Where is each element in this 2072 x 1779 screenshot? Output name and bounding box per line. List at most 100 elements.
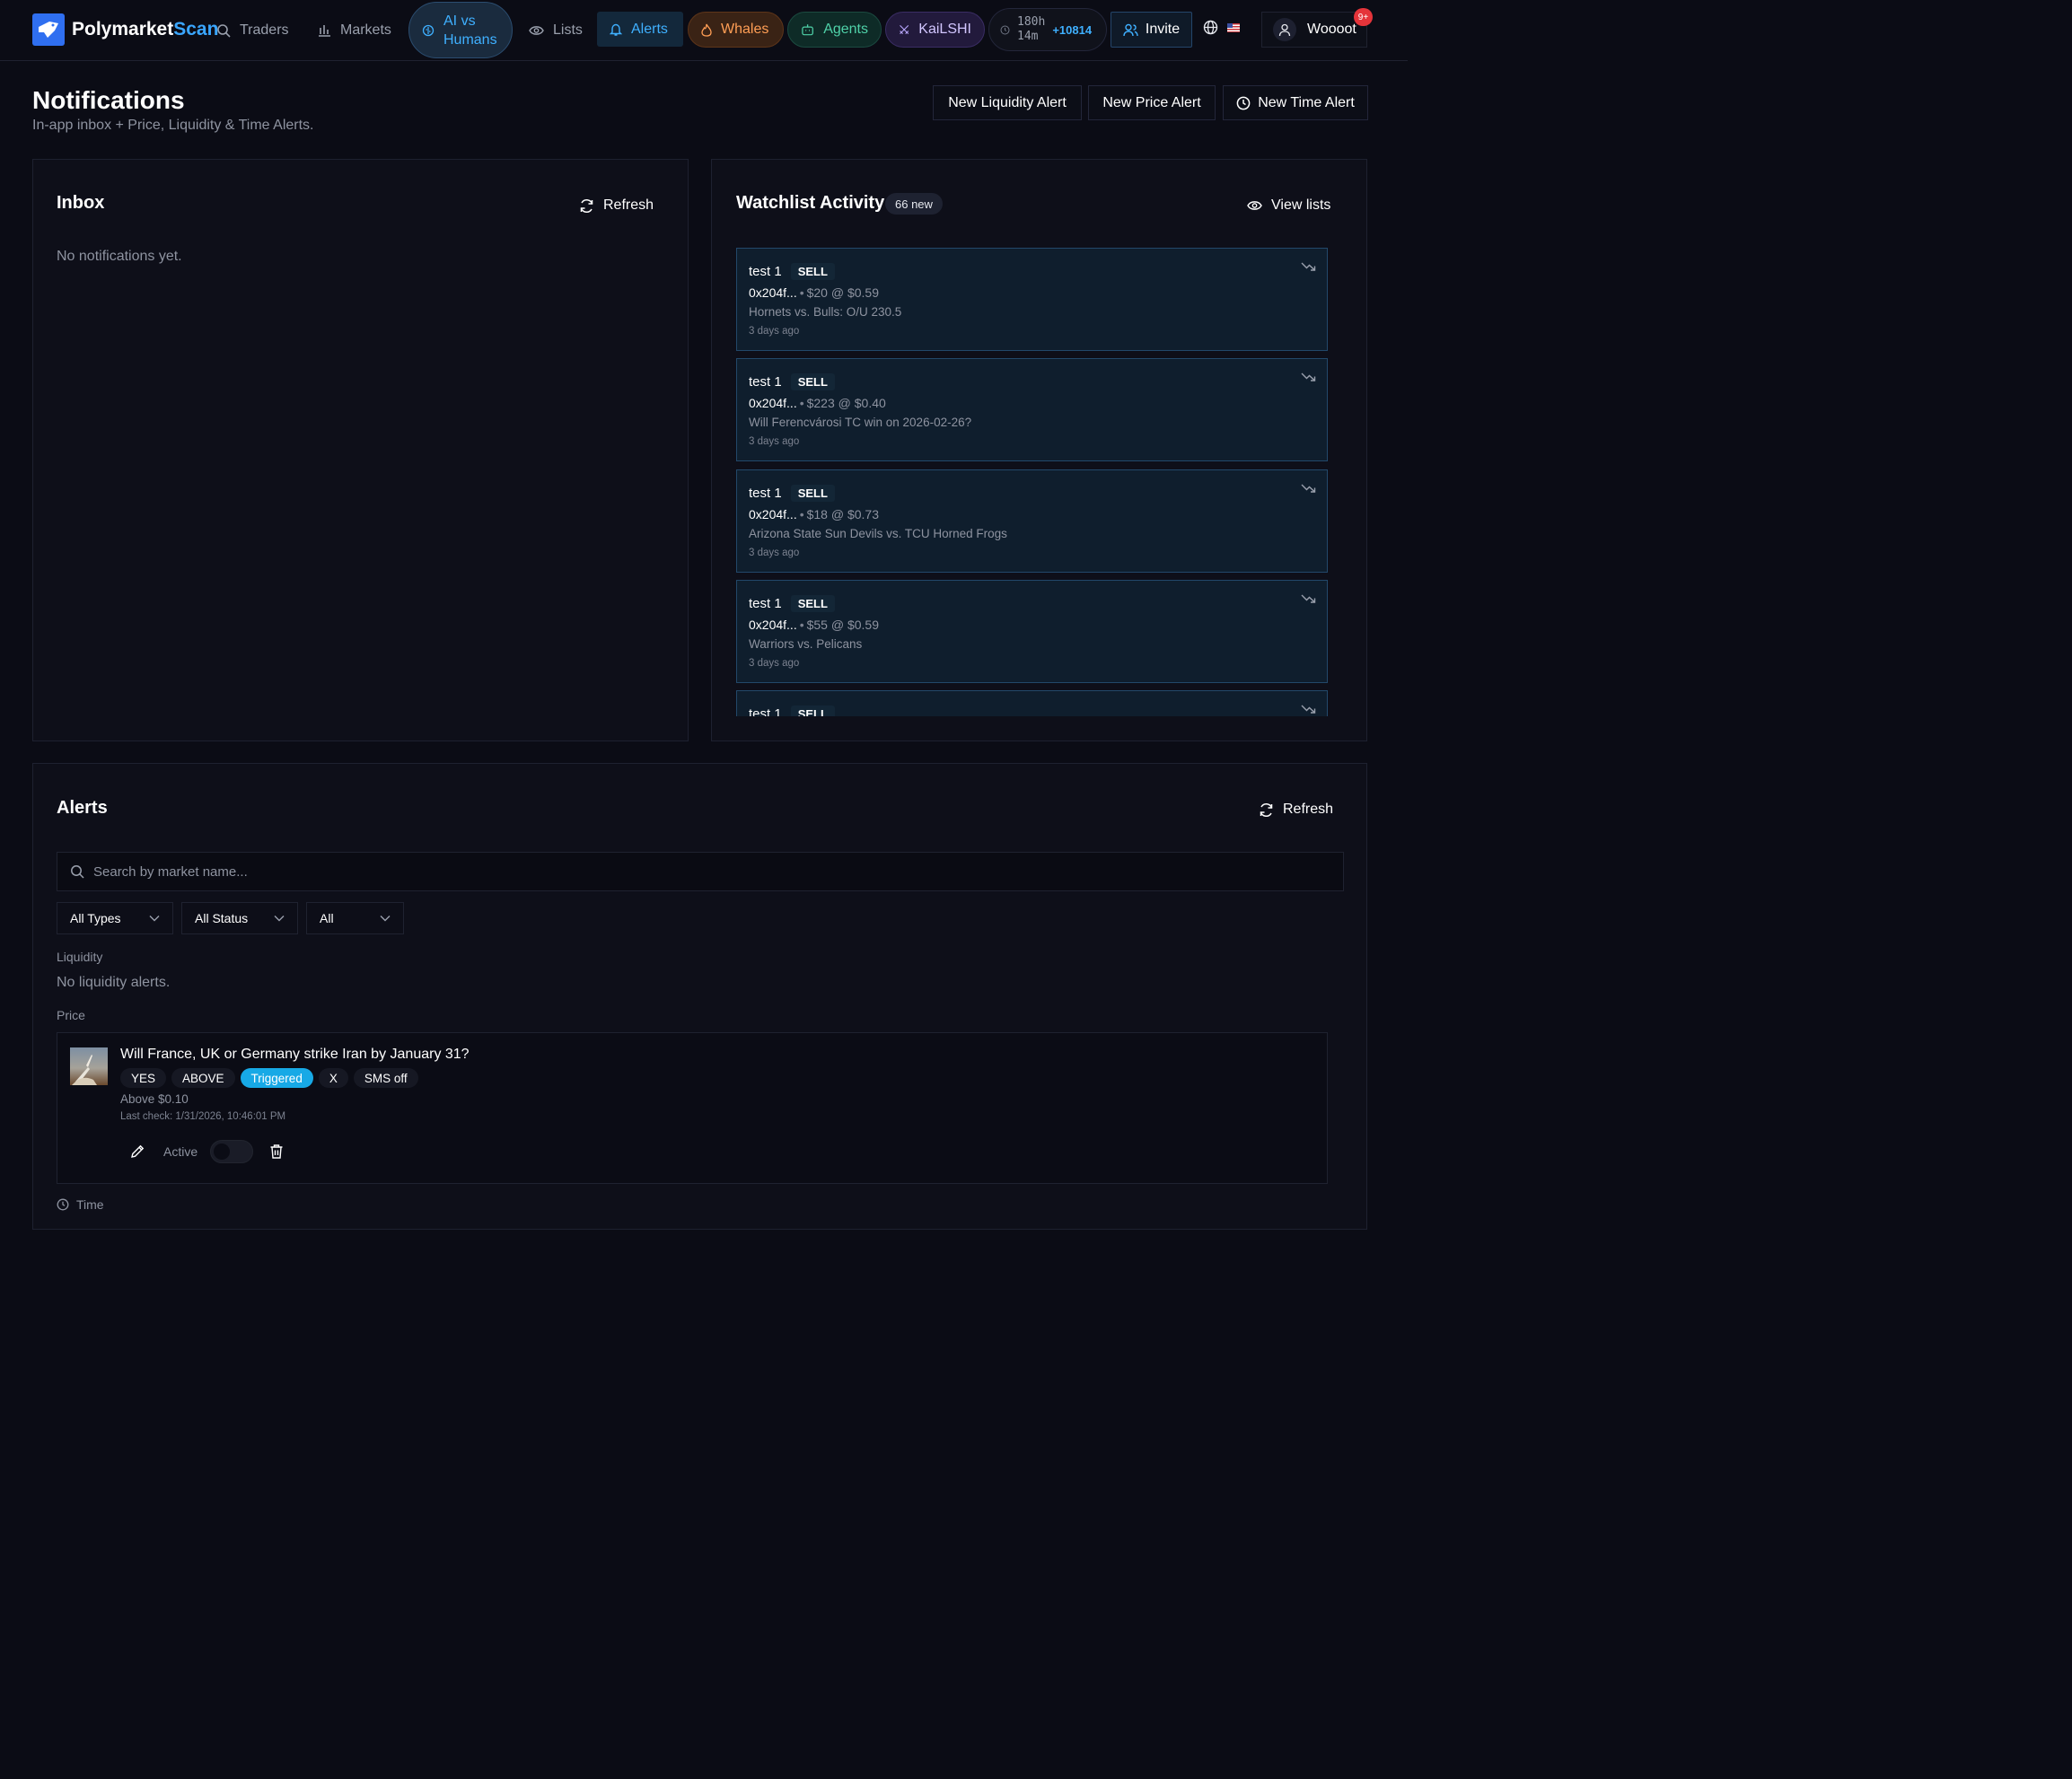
page-title: Notifications [32, 86, 185, 114]
view-lists-label: View lists [1271, 197, 1331, 213]
flame-icon [701, 23, 712, 37]
invite-button[interactable]: Invite [1111, 12, 1192, 48]
activity-item[interactable]: test 1 SELL 0x204f... • $20 @ $0.59 Hornet… [736, 248, 1328, 351]
activity-market[interactable]: Warriors vs. Pelicans [749, 637, 862, 651]
activity-item[interactable]: test 1 SELL 0x204f... • $18 @ $0.73 Arizon… [736, 469, 1328, 573]
activity-trade-line: 0x204f... • $223 @ $0.40 [749, 396, 886, 410]
chevron-down-icon [274, 916, 285, 922]
alert-actions: Active [129, 1140, 284, 1163]
activity-side-badge: SELL [790, 595, 835, 612]
nav-markets[interactable]: Markets [317, 0, 391, 61]
inbox-refresh-button[interactable]: Refresh [579, 197, 654, 214]
user-menu-button[interactable]: Woooot [1261, 12, 1367, 48]
brand-accent: Scan [173, 19, 219, 39]
user-icon [1278, 23, 1291, 36]
liquidity-section-label: Liquidity [57, 950, 103, 964]
globe-icon [1203, 20, 1218, 35]
alert-chip-row: YES ABOVE Triggered X SMS off [120, 1068, 418, 1088]
activity-address[interactable]: 0x204f... [749, 507, 797, 521]
filter-type-select[interactable]: All Types [57, 902, 173, 934]
timer-widget[interactable]: 180h 14m +10814 [988, 8, 1107, 51]
activity-side-badge: SELL [790, 373, 835, 390]
activity-time: 3 days ago [749, 436, 800, 447]
timer-hours: 180h [1017, 15, 1046, 29]
new-time-alert-button[interactable]: New Time Alert [1223, 85, 1368, 120]
activity-item[interactable]: test 1 SELL 0x204f... • $223 @ $0.40 Will … [736, 358, 1328, 461]
nav-ai-vs-humans[interactable]: AI vs Humans [408, 2, 513, 58]
alerts-refresh-button[interactable]: Refresh [1259, 802, 1333, 818]
trending-down-icon [1301, 705, 1316, 714]
channel-x-chip: X [318, 1068, 348, 1088]
new-price-alert-label: New Price Alert [1102, 94, 1201, 110]
pencil-icon[interactable] [129, 1144, 145, 1160]
nav-kalshi[interactable]: KaiLSHI [885, 12, 985, 48]
nav-traders[interactable]: Traders [216, 0, 289, 61]
separator-dot: • [799, 507, 804, 521]
nav-agents[interactable]: Agents [787, 12, 882, 48]
sms-chip: SMS off [353, 1068, 418, 1088]
activity-item[interactable]: test 1 SELL 0x204f... • $55 @ $0.59 Warrio… [736, 580, 1328, 683]
filter-status-select[interactable]: All Status [181, 902, 298, 934]
brand-name[interactable]: PolymarketScan [72, 19, 218, 40]
activity-market[interactable]: Hornets vs. Bulls: O/U 230.5 [749, 305, 901, 319]
nav-agents-label: Agents [823, 22, 868, 37]
eye-icon [529, 26, 544, 35]
new-liquidity-alert-button[interactable]: New Liquidity Alert [933, 85, 1082, 120]
activity-market[interactable]: Arizona State Sun Devils vs. TCU Horned … [749, 527, 1007, 540]
ai-line1: AI vs [443, 13, 476, 29]
new-price-alert-button[interactable]: New Price Alert [1088, 85, 1216, 120]
activity-list-name: test 1 [749, 596, 782, 611]
activity-side-badge: SELL [790, 485, 835, 502]
nav-whales[interactable]: Whales [688, 12, 784, 48]
users-icon [1123, 23, 1138, 36]
nav-alerts-label: Alerts [631, 21, 668, 37]
trash-icon[interactable] [269, 1144, 284, 1160]
activity-header: test 1 SELL [749, 263, 835, 280]
activity-item[interactable]: test 1 SELL [736, 690, 1328, 716]
separator-dot: • [799, 396, 804, 410]
view-lists-button[interactable]: View lists [1247, 197, 1330, 214]
activity-list-name: test 1 [749, 486, 782, 501]
swords-icon [900, 25, 909, 34]
activity-market[interactable]: Will Ferencvárosi TC win on 2026-02-26? [749, 416, 971, 429]
ai-label: AI vs Humans [443, 12, 497, 49]
price-alert-title[interactable]: Will France, UK or Germany strike Iran b… [120, 1047, 470, 1063]
activity-address[interactable]: 0x204f... [749, 618, 797, 632]
chevron-down-icon [380, 916, 391, 922]
user-name: Woooot [1307, 22, 1356, 37]
timer-text: 180h 14m [1017, 15, 1045, 44]
watchlist-activity-list[interactable]: test 1 SELL 0x204f... • $20 @ $0.59 Hornet… [736, 248, 1329, 716]
brain-icon [422, 24, 435, 36]
inbox-empty-text: No notifications yet. [57, 249, 182, 264]
filter-all-select[interactable]: All [306, 902, 404, 934]
avatar [1273, 18, 1296, 41]
inbox-refresh-label: Refresh [603, 197, 654, 213]
nav-alerts[interactable]: Alerts [597, 12, 683, 47]
activity-side-badge: SELL [790, 263, 835, 280]
activity-address[interactable]: 0x204f... [749, 285, 797, 300]
clock-icon [57, 1198, 69, 1211]
alerts-refresh-label: Refresh [1283, 802, 1334, 817]
trending-down-icon [1301, 484, 1316, 493]
nav-lists[interactable]: Lists [529, 0, 583, 61]
notification-count-badge: 9+ [1354, 8, 1373, 26]
logo-icon[interactable] [32, 13, 65, 46]
activity-header: test 1 SELL [749, 705, 835, 716]
activity-trade-line: 0x204f... • $55 @ $0.59 [749, 618, 879, 632]
language-selector[interactable] [1203, 20, 1240, 35]
active-toggle[interactable] [210, 1140, 254, 1163]
alerts-title: Alerts [57, 798, 108, 818]
separator-dot: • [799, 285, 804, 300]
activity-time: 3 days ago [749, 548, 800, 558]
activity-header: test 1 SELL [749, 373, 835, 390]
inbox-title: Inbox [57, 193, 105, 213]
nav-kalshi-label: KaiLSHI [918, 22, 971, 37]
search-placeholder: Search by market name... [93, 863, 248, 880]
time-label-text: Time [76, 1197, 104, 1212]
nav-markets-label: Markets [340, 22, 391, 38]
us-flag-icon [1227, 22, 1240, 32]
bar-chart-icon [319, 25, 330, 37]
robot-icon [802, 24, 813, 36]
alerts-search-input[interactable]: Search by market name... [57, 852, 1344, 891]
activity-address[interactable]: 0x204f... [749, 396, 797, 410]
